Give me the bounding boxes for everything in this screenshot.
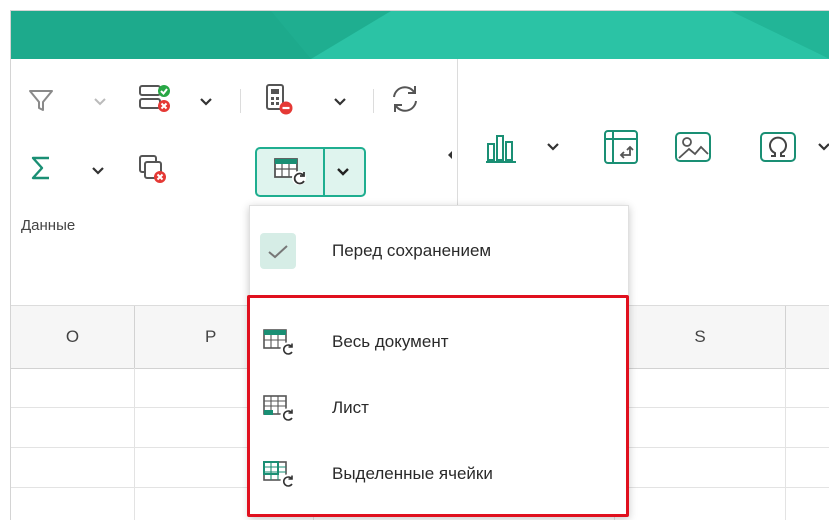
chart-caret-icon[interactable] [546, 142, 560, 152]
pivot-icon [604, 130, 638, 164]
symbol-caret-icon[interactable] [817, 142, 829, 152]
column-header-p-label: P [205, 327, 217, 346]
sum-caret-icon[interactable] [91, 166, 105, 176]
title-bar [11, 11, 829, 59]
image-button[interactable] [669, 125, 717, 169]
recalc-icon [266, 84, 293, 115]
validation-icon [139, 85, 170, 112]
refresh-icon [393, 86, 417, 112]
app-window: Данные O P S Перед сохранением Весь доку… [10, 10, 829, 520]
recalc-range-divider [323, 149, 325, 195]
filter-icon [29, 90, 53, 111]
ribbon-separator [240, 89, 241, 113]
remove-duplicates-button[interactable] [135, 151, 173, 187]
pivot-table-button[interactable] [597, 125, 645, 169]
column-header-t[interactable] [786, 306, 829, 369]
recalc-range-caret-icon[interactable] [336, 167, 350, 177]
menu-item-before-save[interactable]: Перед сохранением [250, 221, 628, 281]
recalc-range-icon [274, 158, 306, 185]
highlight-box [247, 295, 629, 517]
filter-button[interactable] [23, 83, 59, 117]
symbol-button[interactable] [755, 125, 801, 169]
check-icon [260, 233, 296, 269]
symbol-icon [760, 132, 796, 162]
chart-icon [486, 135, 516, 163]
data-validation-button[interactable] [135, 81, 175, 117]
recalc-button[interactable] [261, 81, 301, 119]
refresh-button[interactable] [385, 79, 425, 119]
recalc-caret-icon[interactable] [333, 97, 347, 107]
column-header-s[interactable]: S [615, 306, 786, 369]
chart-button[interactable] [481, 127, 533, 169]
filter-caret-icon[interactable] [93, 97, 107, 107]
column-header-o[interactable]: O [11, 306, 135, 369]
recalc-split-button[interactable] [255, 147, 366, 197]
grid-col-line [134, 368, 135, 520]
ribbon-separator-2 [373, 89, 374, 113]
ribbon-scroll-left-icon[interactable] [445, 149, 455, 161]
menu-item-label: Перед сохранением [332, 241, 492, 260]
validation-caret-icon[interactable] [199, 97, 213, 107]
sum-icon [31, 156, 49, 180]
title-bar-background [11, 11, 829, 59]
sum-button[interactable] [23, 151, 59, 185]
remove-duplicates-icon [139, 155, 166, 183]
data-group-label: Данные [21, 217, 76, 234]
grid-col-line [785, 368, 786, 520]
recalc-range-button[interactable] [263, 153, 317, 189]
image-icon [675, 132, 711, 162]
